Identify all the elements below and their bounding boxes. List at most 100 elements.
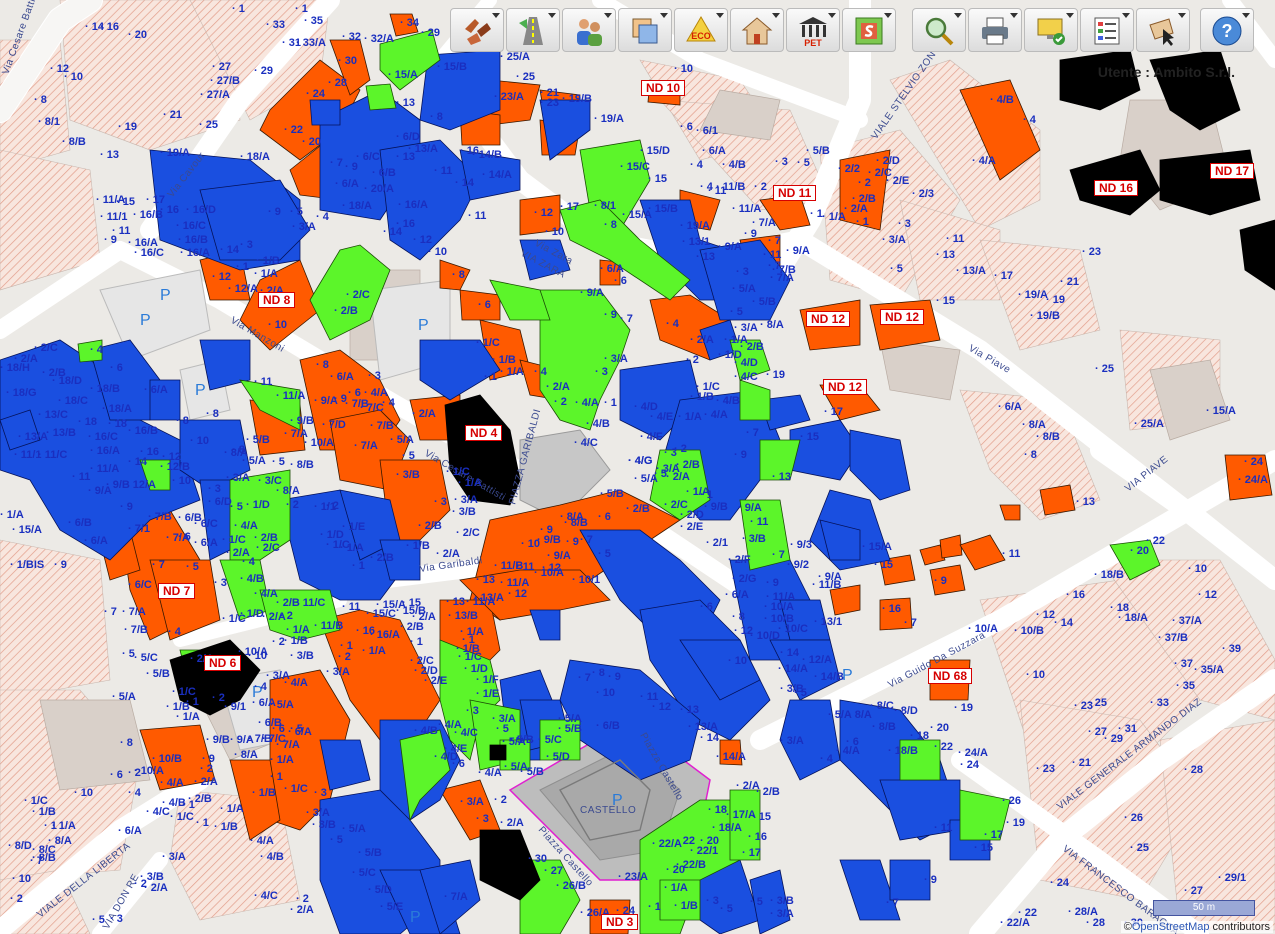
parcel-number: · 9/3 [790, 539, 812, 551]
parcel-number: · 13 [680, 704, 699, 716]
parcel-number: · 16/B [128, 425, 158, 437]
nd-label[interactable]: ND 12 [880, 309, 925, 325]
parcel-number: · 1 [810, 208, 823, 220]
parcel-number: · 6 [598, 511, 611, 523]
parcel-number: · 8/A [224, 447, 248, 459]
parcel-number: · 5/C [352, 867, 376, 879]
parcel-number: · 2/A [690, 334, 714, 346]
attribution-link[interactable]: OpenStreetMap [1132, 921, 1210, 933]
parcel-number: · 11/A [276, 390, 305, 402]
parcel-number: · 11 [750, 516, 768, 528]
parcel-number: · 8/A [560, 511, 584, 523]
parcel-number: · 5/B [358, 847, 382, 859]
parcel-number: · 8/A [234, 749, 258, 761]
s-map-button[interactable] [842, 8, 896, 52]
parcel-number: · 14 [1054, 617, 1074, 629]
nd-label[interactable]: ND 68 [928, 668, 973, 684]
parcel-number: · 17 [742, 847, 761, 859]
parcel-number: · 19/A [680, 220, 710, 232]
parking-marker: P [195, 382, 206, 399]
parcel-number: · 8/B [62, 136, 86, 148]
nd-label[interactable]: ND 6 [204, 655, 242, 671]
parcel-number: · 7/B [345, 398, 369, 410]
help-button[interactable]: ? [1200, 8, 1254, 52]
parcel-number: · 2 [272, 636, 285, 648]
parcel-number: · 11/A [90, 463, 119, 475]
parcel-number: · 10/C [778, 623, 808, 635]
parcel-number: · 27 [544, 865, 563, 877]
nd-label[interactable]: ND 12 [823, 379, 868, 395]
nd-label[interactable]: ND 16 [1094, 180, 1139, 196]
print-button[interactable] [968, 8, 1022, 52]
parcel-number: · 32 [342, 31, 361, 43]
parcel-number: · 7/B [370, 420, 394, 432]
pet-button[interactable]: PET [786, 8, 840, 52]
parcel-number: · 9 [566, 536, 579, 548]
parcel-number: · 4/C [574, 437, 598, 449]
nd-label[interactable]: ND 4 [465, 425, 503, 441]
parcel-number: · 5/B [510, 734, 534, 746]
parcel-number: · 34 [400, 17, 420, 29]
parcel-number: · 3 [706, 895, 719, 907]
user-label: Utente : Ambito S.r.l. [1097, 64, 1235, 80]
parcel-number: · 3 [110, 913, 123, 925]
nd-label[interactable]: ND 3 [601, 914, 639, 930]
parcel-number: · 2 [554, 396, 567, 408]
parcel-number: · 6/A [194, 537, 218, 549]
house-button[interactable] [730, 8, 784, 52]
parcel-number: · 7/D [322, 419, 346, 431]
parcel-number: · 11 [468, 210, 486, 222]
parcel-number: · 35 [304, 15, 323, 27]
nd-label[interactable]: ND 7 [158, 583, 196, 599]
parcel-number: · 1/A [340, 542, 364, 554]
monitor-check-button[interactable] [1024, 8, 1078, 52]
parcel-number: · 3/A [734, 322, 758, 334]
parcel-number: · 1 [295, 3, 308, 15]
road-button[interactable] [506, 8, 560, 52]
parcel-number: · 7 [580, 534, 593, 546]
zoom-button[interactable] [912, 8, 966, 52]
parcel-number: · 16/C [134, 247, 164, 259]
pointer-select-button[interactable] [1136, 8, 1190, 52]
legend-list-button[interactable] [1080, 8, 1134, 52]
parcel-number: · 2/B [740, 341, 764, 353]
parcel-number: · 23 [540, 97, 559, 109]
parcel-number: · 5 [92, 914, 105, 926]
nd-label[interactable]: ND 17 [1210, 163, 1255, 179]
parcel-number: · 11 [1002, 548, 1020, 560]
parcel-number: · 2/A [194, 776, 218, 788]
parcel-number: · 2 [326, 500, 339, 512]
parcel-number: · 10 [12, 873, 31, 885]
nd-label[interactable]: ND 10 [641, 80, 686, 96]
parcel-number: · 3/A [770, 908, 794, 920]
parcel-number: · 18/C [58, 395, 88, 407]
parcel-number: · 9/A [786, 245, 810, 257]
parcel-number: · 7 [886, 897, 899, 909]
hammer-tools-button[interactable] [450, 8, 504, 52]
parcel-number: · 6/B [596, 720, 620, 732]
pointer-select-icon [1149, 18, 1174, 46]
parcel-number: · 4/B [716, 395, 740, 407]
parcel-number: · 4/C [454, 727, 478, 739]
parcel-number: · 9/1 [224, 701, 246, 713]
parcel-number: · 6/D [396, 131, 420, 143]
eco-button[interactable]: ECO [674, 8, 728, 52]
parcel-number: · 1 [182, 799, 195, 811]
map-canvas[interactable]: PPPPPPPP Via Cesare BattistiVia CavourVi… [0, 0, 1275, 934]
parcel-number: · 9 [54, 559, 67, 571]
parcel-number: · 2/E [886, 175, 909, 187]
parcel-number: · 5/E [380, 901, 403, 913]
nd-label[interactable]: ND 8 [258, 292, 296, 308]
parcel-number: · 4/C [146, 806, 170, 818]
layers-button[interactable] [618, 8, 672, 52]
parcel-number: · 3 [434, 496, 447, 508]
nd-label[interactable]: ND 12 [806, 311, 851, 327]
people-button[interactable] [562, 8, 616, 52]
parcel-number: · 2 [754, 181, 767, 193]
parcel-number: · 4 [382, 397, 396, 409]
parcel-number: · 18 [708, 804, 727, 816]
nd-label[interactable]: ND 11 [773, 185, 817, 201]
parcel-number: · 2/B [418, 520, 442, 532]
parcel-number: · 10 [674, 63, 693, 75]
parking-marker: P [418, 317, 429, 334]
